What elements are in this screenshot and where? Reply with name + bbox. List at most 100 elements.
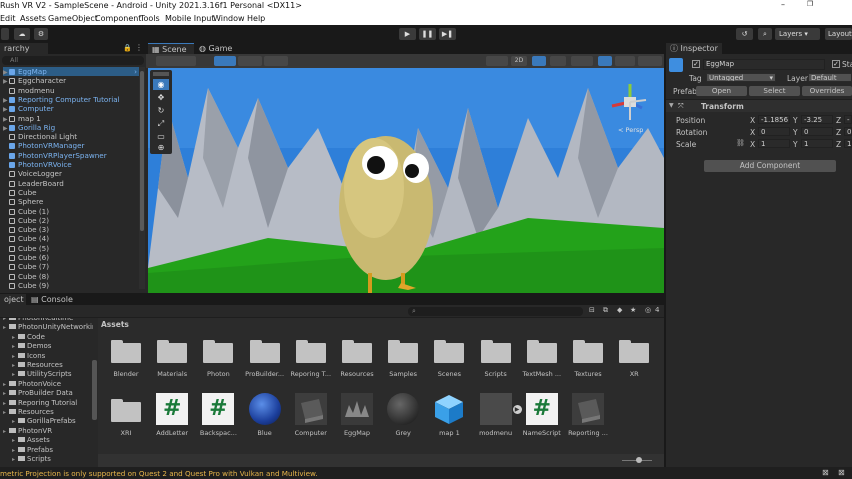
- prefab-cube-icon[interactable]: [433, 393, 465, 425]
- status-message[interactable]: metric Projection is only supported on Q…: [0, 469, 318, 478]
- hierarchy-item[interactable]: Sphere: [3, 197, 139, 206]
- hierarchy-item[interactable]: ▶ Gorilla Rig: [3, 123, 139, 132]
- hierarchy-scrollbar[interactable]: [139, 67, 145, 289]
- project-tree-item[interactable]: ▸ UtilityScripts: [12, 370, 72, 379]
- scale-tool-icon[interactable]: ⤢: [153, 118, 169, 129]
- project-tree-item[interactable]: ▸ PhotonVR: [3, 427, 52, 436]
- folder-icon[interactable]: [573, 339, 603, 363]
- hierarchy-item[interactable]: Cube (9): [3, 281, 139, 290]
- hierarchy-item[interactable]: Directional Light: [3, 132, 139, 141]
- project-tree-item[interactable]: ▸ PhotonUnityNetworkin: [3, 323, 93, 332]
- debug-icon[interactable]: ⊠: [838, 468, 845, 477]
- project-tree-item[interactable]: ▸ Resources: [3, 408, 54, 417]
- menu-gameobject[interactable]: GameObject: [48, 14, 98, 23]
- collab-icon[interactable]: ⚙: [34, 28, 48, 40]
- filter-type-icon[interactable]: ⧉: [603, 306, 608, 315]
- position-y-field[interactable]: -3.25: [801, 115, 833, 124]
- model-icon[interactable]: [294, 393, 327, 425]
- rotation-x-field[interactable]: 0: [758, 127, 790, 136]
- menu-mobile-input[interactable]: Mobile Input: [165, 14, 215, 23]
- folder-icon[interactable]: [480, 339, 511, 363]
- hidden-packages-icon[interactable]: ◎: [645, 306, 651, 314]
- grid-snap-toggle[interactable]: [214, 56, 236, 66]
- menu-tools[interactable]: Tools: [140, 14, 160, 23]
- project-tree-item[interactable]: ▸ Reporing Tutorial: [3, 399, 77, 408]
- project-tree-item[interactable]: ▸ Code: [12, 333, 45, 342]
- hierarchy-item[interactable]: PhotonVRVoice: [3, 160, 139, 169]
- hierarchy-item[interactable]: Cube (6): [3, 253, 139, 262]
- folder-icon[interactable]: [111, 339, 141, 363]
- palette-handle[interactable]: [153, 72, 169, 76]
- draw-mode-dropdown[interactable]: [156, 56, 196, 66]
- project-tree-item[interactable]: ▸ ProBuilder Data: [3, 389, 73, 398]
- scene-visibility-toggle[interactable]: [598, 56, 612, 66]
- project-tree-item[interactable]: ▸ GorillaPrefabs: [12, 417, 76, 426]
- project-tree-item[interactable]: ▸ Assets: [12, 436, 50, 445]
- position-x-field[interactable]: -1.1856: [758, 115, 790, 124]
- camera-settings-button[interactable]: [615, 56, 635, 66]
- hierarchy-search-input[interactable]: All: [2, 56, 144, 65]
- lighting-toggle[interactable]: [532, 56, 546, 66]
- cloud-icon[interactable]: ☁: [14, 28, 30, 40]
- hierarchy-item[interactable]: ▶ Eggcharacter: [3, 76, 139, 85]
- hierarchy-item[interactable]: ▶ EggMap ›: [3, 67, 139, 77]
- hierarchy-item[interactable]: Cube (7): [3, 262, 139, 271]
- step-button[interactable]: ▶❚: [439, 28, 456, 40]
- hierarchy-item[interactable]: PhotonVRManager: [3, 141, 139, 150]
- hierarchy-item[interactable]: LeaderBoard: [3, 179, 139, 188]
- folder-icon[interactable]: [157, 339, 188, 363]
- view-tool-icon[interactable]: ◉: [153, 79, 169, 90]
- tab-scene[interactable]: ▦ Scene: [148, 43, 194, 54]
- play-button[interactable]: ▶: [399, 28, 416, 40]
- folder-icon[interactable]: [295, 339, 326, 363]
- project-tree-item[interactable]: ▸ Prefabs: [12, 446, 53, 455]
- scene-viewport[interactable]: ◉ ✥ ↻ ⤢ ▭ ⊕ < Persp: [148, 68, 664, 293]
- move-tool-icon[interactable]: ✥: [153, 92, 169, 103]
- hierarchy-item[interactable]: PhotonVRPlayerSpawner: [3, 151, 139, 160]
- chevron-right-icon[interactable]: ›: [134, 67, 137, 76]
- folder-icon[interactable]: [388, 339, 419, 363]
- scale-z-field[interactable]: 1: [844, 139, 852, 148]
- increment-snap-button[interactable]: [264, 56, 288, 66]
- favorite-icon[interactable]: ★: [630, 306, 636, 314]
- position-z-field[interactable]: -: [844, 115, 852, 124]
- model-icon[interactable]: [341, 393, 373, 425]
- tab-console[interactable]: ▤ Console: [27, 294, 73, 305]
- layout-dropdown[interactable]: Layout: [825, 28, 852, 40]
- gizmo-persp-label[interactable]: < Persp: [618, 126, 643, 134]
- hierarchy-item[interactable]: Cube (3): [3, 225, 139, 234]
- project-search-input[interactable]: ⌕: [408, 307, 583, 316]
- render-mode-dropdown[interactable]: [486, 56, 508, 66]
- lock-icon[interactable]: 🔒: [123, 44, 132, 52]
- lock-icon[interactable]: ⊟: [589, 306, 595, 314]
- static-checkbox[interactable]: ✓: [832, 60, 840, 68]
- active-checkbox[interactable]: ✓: [692, 60, 700, 68]
- project-tree-item[interactable]: ▸ PhotonVoice: [3, 380, 61, 389]
- tree-scroll-thumb[interactable]: [92, 360, 97, 420]
- rect-tool-icon[interactable]: ▭: [153, 131, 169, 142]
- hierarchy-item[interactable]: ▶ Computer: [3, 104, 139, 113]
- tab-inspector[interactable]: ⓘ Inspector: [666, 43, 722, 54]
- snap-settings-button[interactable]: [238, 56, 262, 66]
- tab-project[interactable]: oject: [0, 294, 26, 305]
- object-name-field[interactable]: EggMap: [703, 59, 825, 70]
- assets-breadcrumb[interactable]: Assets: [101, 320, 129, 329]
- account-button[interactable]: [1, 28, 9, 40]
- csharp-script-icon[interactable]: #: [202, 393, 235, 425]
- hierarchy-scroll-thumb[interactable]: [140, 71, 144, 231]
- tab-game[interactable]: ◍ Game: [195, 43, 235, 54]
- material-grey-icon[interactable]: [387, 393, 420, 425]
- folder-icon[interactable]: [110, 393, 142, 425]
- folder-icon[interactable]: [203, 339, 234, 363]
- hierarchy-item[interactable]: Cube: [3, 188, 139, 197]
- project-tree-item[interactable]: ▸ Icons: [12, 352, 45, 361]
- hierarchy-item[interactable]: Cube (2): [3, 216, 139, 225]
- hierarchy-item[interactable]: VoiceLogger: [3, 169, 139, 178]
- pause-button[interactable]: ❚❚: [419, 28, 436, 40]
- hierarchy-item[interactable]: Cube (4): [3, 234, 139, 243]
- label-filter-icon[interactable]: ◆: [617, 306, 622, 314]
- prefab-overrides-button[interactable]: Overrides: [802, 86, 852, 96]
- prefab-icon[interactable]: [479, 393, 512, 425]
- maximize-button[interactable]: ❐: [800, 0, 820, 13]
- menu-window[interactable]: Window: [213, 14, 245, 23]
